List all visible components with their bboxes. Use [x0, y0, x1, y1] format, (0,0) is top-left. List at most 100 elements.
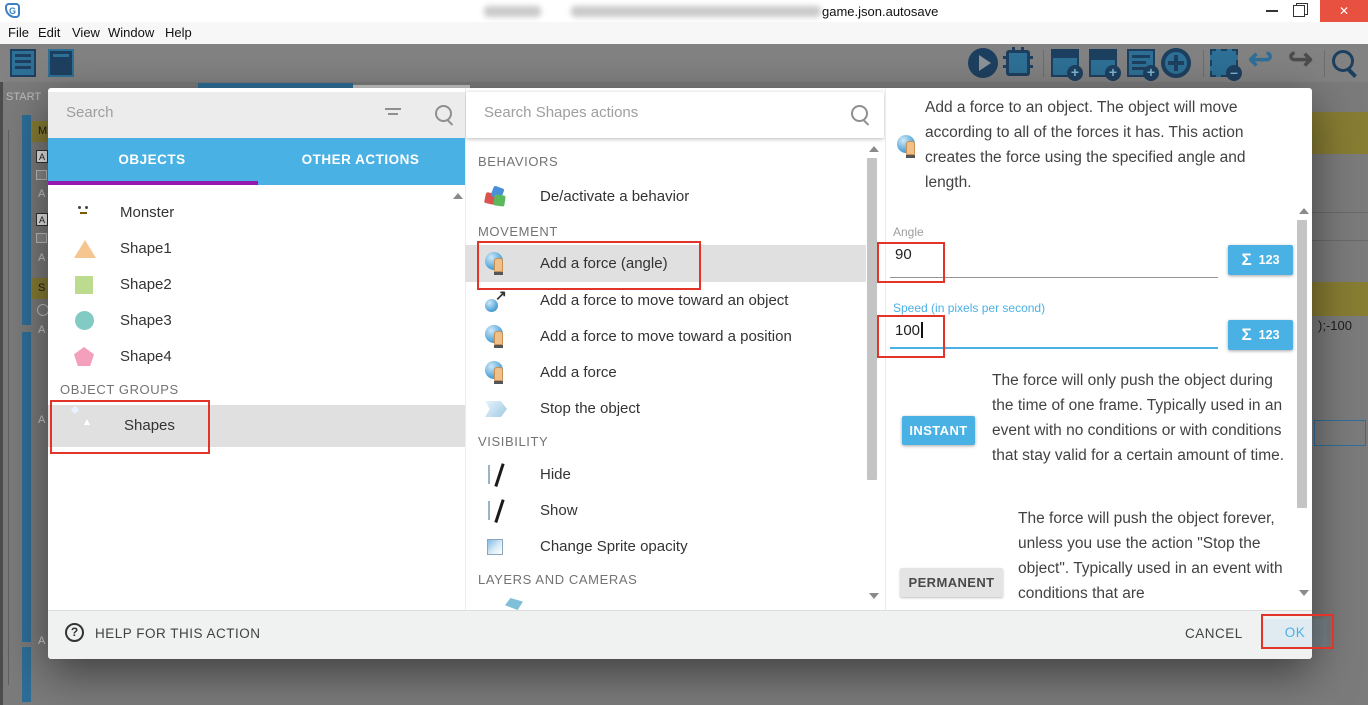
movement-header: MOVEMENT: [478, 224, 558, 239]
action-row-show[interactable]: Show: [465, 493, 866, 529]
parameters-panel: Add a force to an object. The object wil…: [885, 88, 1312, 610]
restore-button-front[interactable]: [1293, 5, 1305, 17]
annotation-box-ok-button: [1261, 614, 1334, 649]
event-header: M: [32, 121, 48, 142]
toolbar-separator: [1203, 50, 1204, 77]
action-badge: A: [36, 150, 48, 163]
tab-objects[interactable]: OBJECTS: [48, 138, 256, 181]
angle-label: Angle: [893, 225, 924, 239]
hide-slash-icon: [494, 463, 504, 487]
gdevelop-logo-icon: G: [5, 3, 20, 18]
help-link[interactable]: HELP FOR THIS ACTION: [95, 626, 261, 641]
scroll-down-arrow[interactable]: [1299, 590, 1309, 596]
action-row-change-opacity[interactable]: Change Sprite opacity: [465, 529, 866, 565]
backdrop-edge: [0, 82, 3, 705]
object-row-shape4[interactable]: Shape4: [48, 339, 465, 375]
menu-bar: File Edit View Window Help: [0, 22, 1368, 44]
code-fragment: );-100: [1318, 318, 1352, 333]
cancel-button[interactable]: CANCEL: [1185, 626, 1243, 641]
layer-icon: [505, 598, 523, 610]
annotation-box-add-force-angle: [477, 241, 701, 290]
hide-icon: [488, 465, 490, 484]
condition-box: [36, 233, 47, 243]
object-search-input[interactable]: [64, 103, 368, 122]
debug-icon[interactable]: [1006, 50, 1030, 76]
active-tab-indicator: [48, 181, 258, 185]
behaviors-header: BEHAVIORS: [478, 154, 558, 169]
object-row-monster[interactable]: Monster: [48, 195, 465, 231]
menu-window[interactable]: Window: [108, 25, 154, 40]
speed-expression-button[interactable]: Σ 123: [1228, 320, 1293, 350]
object-search-bar: [48, 92, 465, 138]
object-row-shape1[interactable]: Shape1: [48, 231, 465, 267]
triangle-object-icon: [74, 240, 96, 258]
action-row-add-force[interactable]: Add a force: [465, 355, 866, 391]
redo-icon[interactable]: ↪: [1288, 45, 1313, 75]
action-letter: A: [38, 635, 45, 647]
backdrop-button: [1314, 420, 1366, 446]
add-event-icon[interactable]: +: [1051, 49, 1079, 77]
menu-help[interactable]: Help: [165, 25, 192, 40]
scroll-down-arrow[interactable]: [869, 593, 879, 599]
search-icon[interactable]: [851, 105, 868, 122]
title-blurred-segment: [484, 6, 541, 17]
circle-object-icon: [75, 311, 94, 330]
object-tabs: OBJECTS OTHER ACTIONS: [48, 138, 465, 185]
condition-box: [36, 170, 47, 180]
add-new-icon[interactable]: [1161, 48, 1191, 78]
action-row-force-toward-position[interactable]: Add a force to move toward a position: [465, 319, 866, 355]
instant-button[interactable]: INSTANT: [902, 416, 975, 445]
layers-cameras-header: LAYERS AND CAMERAS: [478, 572, 637, 587]
action-letter: A: [38, 252, 45, 264]
annotation-box-angle-value: [877, 242, 945, 283]
menu-view[interactable]: View: [72, 25, 100, 40]
export-project-icon[interactable]: [48, 49, 74, 77]
play-icon[interactable]: [968, 48, 998, 78]
action-row-hide[interactable]: Hide: [465, 457, 866, 493]
add-sub-event-icon[interactable]: +: [1089, 49, 1117, 77]
title-bar: G game.json.autosave ✕: [0, 0, 1368, 23]
tab-other-actions[interactable]: OTHER ACTIONS: [256, 138, 465, 181]
scrollbar-thumb[interactable]: [1297, 220, 1307, 508]
remove-event-icon[interactable]: –: [1210, 49, 1238, 77]
object-selector-panel: OBJECTS OTHER ACTIONS Monster Shape1 Sha…: [48, 88, 465, 610]
toolbar-separator: [1324, 50, 1325, 77]
action-letter: A: [38, 188, 45, 200]
action-search-input[interactable]: [482, 103, 816, 122]
scroll-up-arrow[interactable]: [869, 146, 879, 152]
menu-edit[interactable]: Edit: [38, 25, 60, 40]
action-row-deactivate-behavior[interactable]: De/activate a behavior: [465, 179, 866, 215]
action-badge: A: [36, 213, 48, 226]
open-project-icon[interactable]: [10, 49, 36, 77]
object-row-shape3[interactable]: Shape3: [48, 303, 465, 339]
undo-icon[interactable]: ↩: [1248, 45, 1273, 75]
event-header-row: [1312, 112, 1368, 154]
object-groups-header: OBJECT GROUPS: [60, 382, 179, 397]
minimize-button[interactable]: [1266, 10, 1278, 12]
event-tree-line: [8, 130, 9, 685]
filter-icon[interactable]: [385, 108, 401, 118]
event-handle-bar: [22, 115, 31, 325]
toolbar: + + + – ↩ ↪: [0, 44, 1368, 82]
event-handle-bar: [22, 332, 31, 642]
scrollbar-thumb[interactable]: [867, 158, 877, 480]
app-window: G game.json.autosave ✕ File Edit View Wi…: [0, 0, 1368, 705]
backdrop-divider: [1312, 240, 1368, 241]
backdrop-divider: [1312, 212, 1368, 213]
close-button[interactable]: ✕: [1320, 0, 1368, 22]
object-row-shape2[interactable]: Shape2: [48, 267, 465, 303]
angle-expression-button[interactable]: Σ 123: [1228, 245, 1293, 275]
action-row-stop-object[interactable]: Stop the object: [465, 391, 866, 427]
action-description: Add a force to an object. The object wil…: [925, 95, 1291, 195]
add-comment-icon[interactable]: +: [1127, 49, 1155, 77]
menu-file[interactable]: File: [8, 25, 29, 40]
search-icon[interactable]: [435, 105, 452, 122]
search-icon[interactable]: [1332, 50, 1354, 72]
scroll-up-arrow[interactable]: [1299, 208, 1309, 214]
scroll-up-arrow[interactable]: [453, 193, 463, 199]
pentagon-object-icon: [74, 347, 94, 366]
action-search-bar: [466, 92, 884, 138]
permanent-button[interactable]: PERMANENT: [900, 568, 1003, 597]
instant-description: The force will only push the object duri…: [992, 368, 1294, 468]
action-editor-dialog: OBJECTS OTHER ACTIONS Monster Shape1 Sha…: [48, 88, 1312, 658]
